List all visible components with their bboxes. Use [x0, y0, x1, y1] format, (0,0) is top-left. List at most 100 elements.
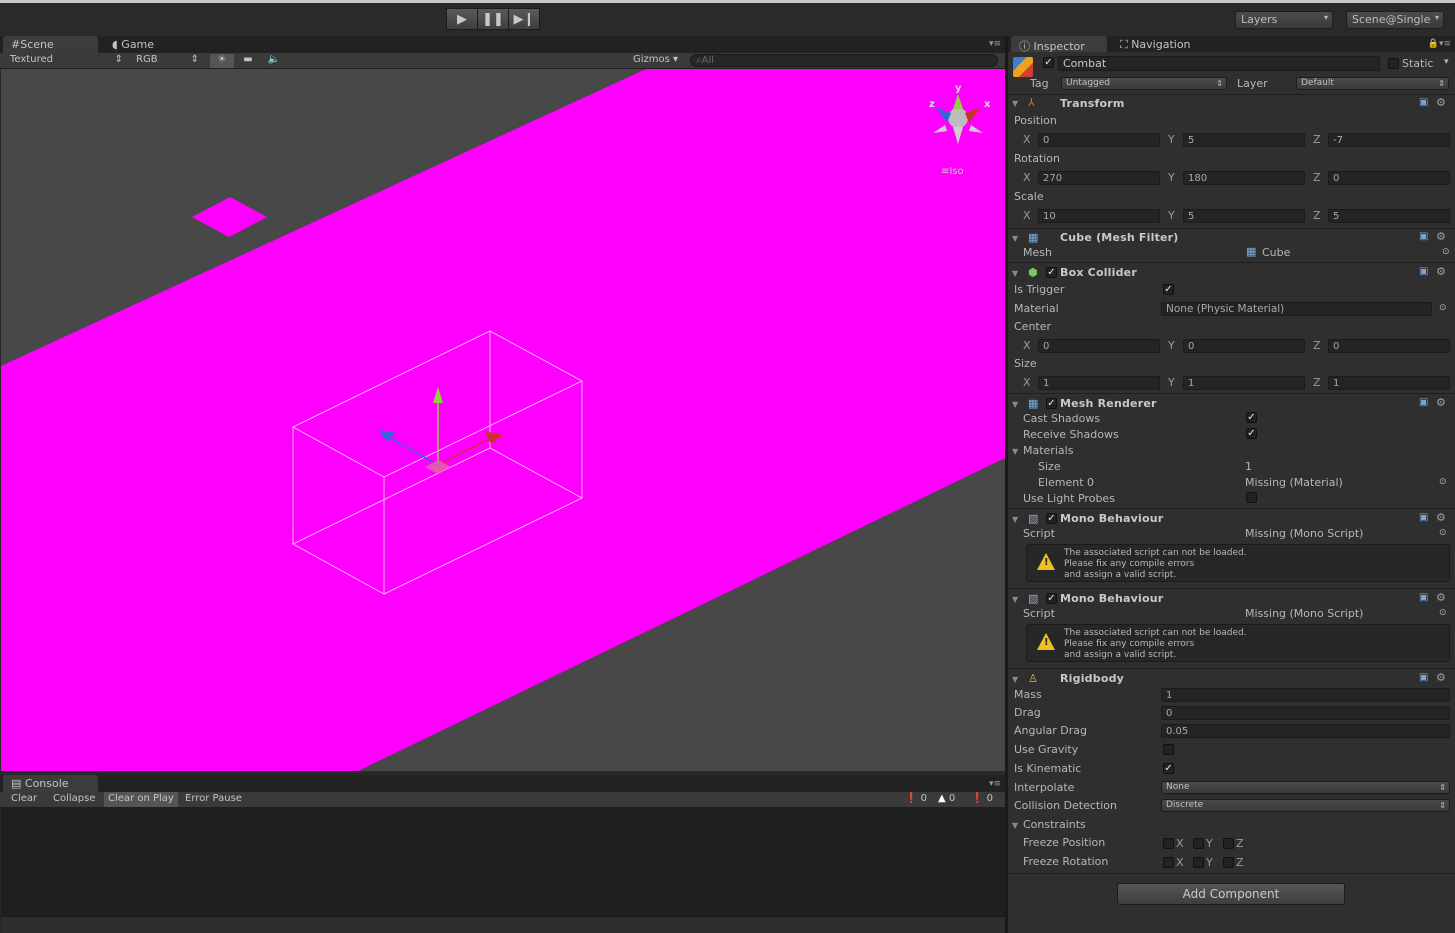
gear-icon[interactable]: ⚙	[1436, 671, 1446, 684]
axis-z-label[interactable]: Z	[1313, 171, 1321, 184]
rotation-x-field[interactable]: 270	[1038, 171, 1160, 185]
axis-z-label[interactable]: Z	[1313, 376, 1321, 389]
axis-y-label[interactable]: Y	[1168, 376, 1175, 389]
channel-dropdown[interactable]: RGB ⇕	[136, 54, 201, 65]
gear-icon[interactable]: ⚙	[1436, 396, 1446, 409]
gear-icon[interactable]: ⚙	[1436, 96, 1446, 109]
axis-z-label[interactable]: Z	[1313, 133, 1321, 146]
rotation-y-field[interactable]: 180	[1183, 171, 1305, 185]
center-x-field[interactable]: 0	[1038, 339, 1160, 353]
layout-dropdown[interactable]: Scene@Single ▾	[1346, 11, 1444, 29]
constraints-label[interactable]: Constraints	[1023, 818, 1086, 831]
projection-iso-label[interactable]: ≡Iso	[941, 166, 964, 177]
position-z-field[interactable]: -7	[1328, 133, 1450, 147]
warnings-toggle[interactable]: ▲ 0	[938, 793, 955, 804]
mono2-title[interactable]: Mono Behaviour	[1060, 592, 1163, 605]
transform-title[interactable]: Transform	[1060, 97, 1125, 110]
layers-dropdown[interactable]: Layers ▾	[1235, 11, 1333, 29]
tab-game[interactable]: ◖ Game	[104, 36, 160, 53]
console-collapse-button[interactable]: Collapse	[53, 793, 96, 804]
collapse-triangle-icon[interactable]: ▼	[1012, 515, 1018, 524]
collapse-triangle-icon[interactable]: ▼	[1012, 447, 1018, 456]
size-z-field[interactable]: 1	[1328, 376, 1450, 390]
image-toggle[interactable]: ▬	[238, 54, 258, 65]
gear-icon[interactable]: ⚙	[1436, 511, 1446, 524]
is-kinematic-checkbox[interactable]: ✓	[1163, 763, 1174, 774]
mesh-value[interactable]: Cube	[1262, 246, 1290, 259]
ground-plane[interactable]	[1, 69, 1005, 771]
freeze-position-y-checkbox[interactable]	[1193, 838, 1204, 849]
axis-y-label[interactable]: Y	[1168, 171, 1175, 184]
axis-x-label[interactable]: X	[1023, 209, 1031, 222]
mesh-renderer-title[interactable]: Mesh Renderer	[1060, 397, 1157, 410]
help-icon[interactable]: ▣	[1419, 97, 1428, 108]
gear-icon[interactable]: ⚙	[1436, 591, 1446, 604]
pause-button[interactable]: ❚❚	[477, 8, 509, 30]
help-icon[interactable]: ▣	[1419, 592, 1428, 603]
freeze-position-z-checkbox[interactable]	[1223, 838, 1234, 849]
active-checkbox[interactable]: ✓	[1043, 57, 1054, 68]
scene-view[interactable]: y x z ≡Iso	[1, 69, 1005, 771]
static-checkbox[interactable]	[1388, 58, 1399, 69]
freeze-rotation-y-checkbox[interactable]	[1193, 857, 1204, 868]
messages-toggle[interactable]: ❗ 0	[971, 793, 993, 804]
gizmos-dropdown[interactable]: Gizmos ▾	[633, 54, 678, 65]
scene-search-input[interactable]: ⌕All	[690, 54, 998, 67]
help-icon[interactable]: ▣	[1419, 672, 1428, 683]
position-y-field[interactable]: 5	[1183, 133, 1305, 147]
collapse-triangle-icon[interactable]: ▼	[1012, 269, 1018, 278]
clear-on-play-toggle[interactable]: Clear on Play	[104, 792, 178, 807]
collapse-triangle-icon[interactable]: ▼	[1012, 821, 1018, 830]
box-collider-title[interactable]: Box Collider	[1060, 266, 1137, 279]
help-icon[interactable]: ▣	[1419, 266, 1428, 277]
angular-drag-field[interactable]: 0.05	[1161, 724, 1450, 738]
mesh-filter-title[interactable]: Cube (Mesh Filter)	[1060, 231, 1179, 244]
panel-menu-icon[interactable]: ▾≡	[989, 779, 1001, 789]
is-trigger-checkbox[interactable]: ✓	[1163, 284, 1174, 295]
gear-icon[interactable]: ⚙	[1436, 230, 1446, 243]
console-log-area[interactable]	[1, 808, 1005, 916]
mass-field[interactable]: 1	[1161, 688, 1450, 702]
script-value[interactable]: Missing (Mono Script)	[1245, 607, 1363, 620]
light-probes-checkbox[interactable]	[1246, 492, 1257, 503]
tab-scene[interactable]: #Scene	[3, 36, 98, 53]
mono1-enabled-checkbox[interactable]: ✓	[1046, 513, 1057, 524]
panel-splitter[interactable]	[1005, 36, 1008, 933]
collapse-triangle-icon[interactable]: ▼	[1012, 234, 1018, 243]
gear-icon[interactable]: ⚙	[1436, 265, 1446, 278]
use-gravity-checkbox[interactable]	[1163, 744, 1174, 755]
axis-x-label[interactable]: X	[1023, 171, 1031, 184]
object-picker-icon[interactable]: ⊙	[1439, 303, 1447, 313]
lock-icon[interactable]: 🔒▾≡	[1428, 39, 1451, 49]
materials-label[interactable]: Materials	[1023, 444, 1073, 457]
object-picker-icon[interactable]: ⊙	[1442, 247, 1450, 257]
error-pause-toggle[interactable]: Error Pause	[185, 793, 242, 804]
tab-inspector[interactable]: ⓘ Inspector	[1011, 36, 1107, 53]
errors-toggle[interactable]: ❗ 0	[905, 793, 927, 804]
element0-value[interactable]: Missing (Material)	[1245, 476, 1343, 489]
scale-y-field[interactable]: 5	[1183, 209, 1305, 223]
drag-field[interactable]: 0	[1161, 706, 1450, 720]
center-z-field[interactable]: 0	[1328, 339, 1450, 353]
static-dropdown-arrow-icon[interactable]: ▾	[1444, 57, 1449, 67]
size-x-field[interactable]: 1	[1038, 376, 1160, 390]
axis-x-label[interactable]: X	[1023, 376, 1031, 389]
lighting-toggle[interactable]: ☀	[210, 54, 234, 68]
audio-toggle[interactable]: 🔈	[264, 54, 284, 65]
object-picker-icon[interactable]: ⊙	[1439, 608, 1447, 618]
physic-material-field[interactable]: None (Physic Material)	[1161, 302, 1432, 316]
axis-y-label[interactable]: Y	[1168, 339, 1175, 352]
axis-x-label[interactable]: X	[1023, 133, 1031, 146]
collapse-triangle-icon[interactable]: ▼	[1012, 675, 1018, 684]
scene-canvas[interactable]: y x z ≡Iso	[1, 69, 1005, 771]
box-collider-enabled-checkbox[interactable]: ✓	[1046, 267, 1057, 278]
layer-dropdown[interactable]: Default ⇕	[1296, 77, 1449, 90]
size-y-field[interactable]: 1	[1183, 376, 1305, 390]
cast-shadows-checkbox[interactable]: ✓	[1246, 412, 1257, 423]
axis-x-label[interactable]: X	[1023, 339, 1031, 352]
center-y-field[interactable]: 0	[1183, 339, 1305, 353]
mono1-title[interactable]: Mono Behaviour	[1060, 512, 1163, 525]
rigidbody-title[interactable]: Rigidbody	[1060, 672, 1124, 685]
collapse-triangle-icon[interactable]: ▼	[1012, 400, 1018, 409]
collapse-triangle-icon[interactable]: ▼	[1012, 99, 1018, 108]
